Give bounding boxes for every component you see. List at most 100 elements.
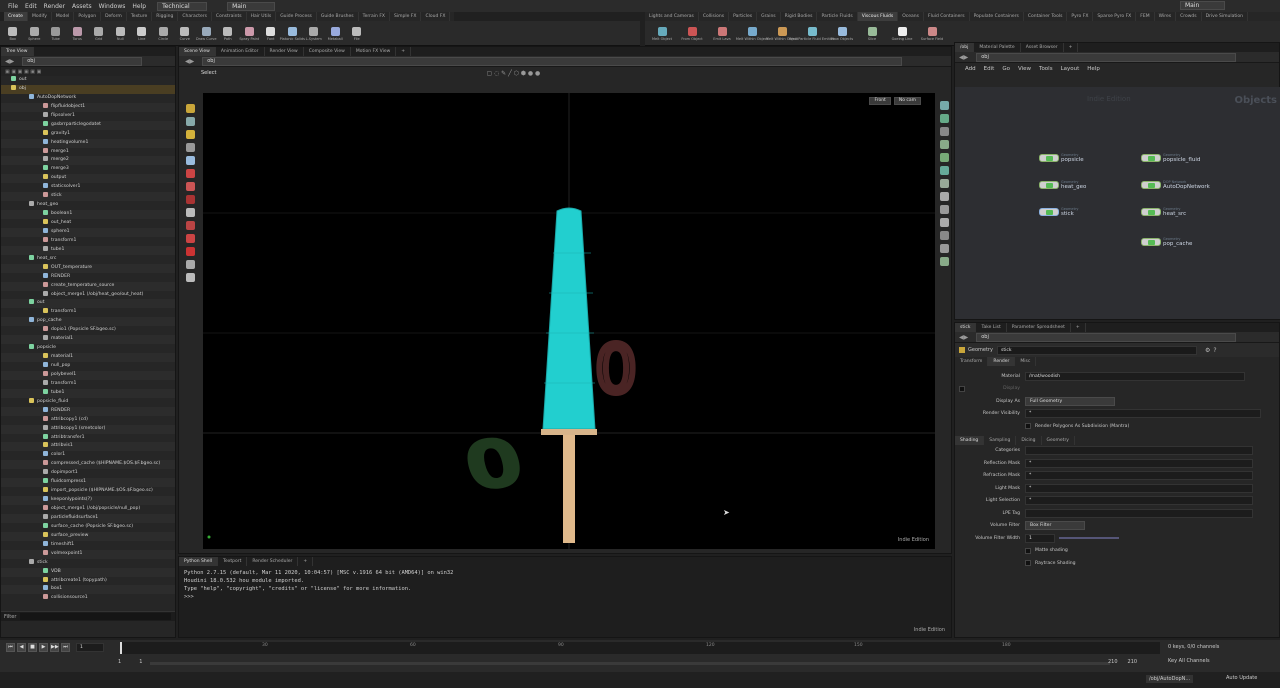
render-visibility-field[interactable]: * — [1025, 409, 1261, 419]
tree-item[interactable]: transform1 — [1, 236, 175, 246]
ghost-icon[interactable] — [939, 153, 949, 162]
tree-item[interactable]: object_merge1 (/obj/popsicle/null_pop) — [1, 505, 175, 514]
add-tab-icon[interactable]: + — [298, 557, 314, 566]
shelf-tool[interactable]: From Object — [677, 25, 707, 41]
volume-filter-width-slider[interactable] — [1059, 537, 1119, 540]
shelf-tab[interactable]: Model — [52, 12, 75, 21]
shelf-tab[interactable]: Pyro FX — [1067, 12, 1094, 21]
play-icon[interactable]: ▶ — [39, 643, 48, 652]
timeline-bar[interactable]: 30 60 90 120 150 180 — [120, 642, 1160, 654]
panel-tab[interactable]: /obj — [955, 43, 975, 52]
tree-item[interactable]: particlefluidsurface1 — [1, 513, 175, 523]
network-menu-item[interactable]: View — [1018, 66, 1031, 72]
node-body[interactable] — [1141, 208, 1161, 216]
range-slider[interactable] — [150, 662, 1110, 665]
wireframe-icon[interactable] — [939, 140, 949, 149]
menu-file[interactable]: File — [8, 3, 18, 10]
range-start-b[interactable]: 1 — [139, 659, 142, 665]
select-arrow-icon[interactable] — [185, 143, 195, 152]
cam-option-dropdown[interactable]: No cam — [893, 97, 921, 105]
network-node[interactable]: Geometry heat_geo — [1039, 180, 1086, 190]
xray-icon[interactable] — [939, 166, 949, 175]
filter-input[interactable] — [20, 613, 171, 620]
shelf-tool[interactable]: Tube — [45, 25, 67, 41]
grid-icon[interactable] — [939, 179, 949, 188]
scale-tool-icon[interactable] — [185, 169, 195, 178]
shelf-tab[interactable]: Texture — [127, 12, 153, 21]
tree-item[interactable]: out_heat — [1, 219, 175, 228]
shelf-tool[interactable]: Spray Paint — [239, 25, 261, 41]
lighting-icon[interactable] — [939, 114, 949, 123]
node-body[interactable] — [1039, 208, 1059, 216]
node-body[interactable] — [1141, 181, 1161, 189]
tree-item[interactable]: attribcopy1 (smetcolor) — [1, 424, 175, 434]
tree-item[interactable]: collisionsource1 — [1, 594, 175, 603]
node-name-field[interactable]: stick — [996, 345, 1197, 355]
range-end-a[interactable]: 210 — [1108, 659, 1118, 665]
tree-item[interactable]: null_pop — [1, 362, 175, 371]
key-all-button[interactable]: Key All Channels — [1168, 658, 1210, 664]
magnet-icon[interactable] — [185, 234, 195, 243]
tree-item[interactable]: dopio1 (Popsicle SF.bgeo.sc) — [1, 326, 175, 335]
rotate-tool-icon[interactable] — [185, 182, 195, 191]
shelf-tool[interactable]: Goeing Line — [887, 25, 917, 41]
panel-tab[interactable]: Composite View — [304, 47, 351, 56]
back-arrow-icon[interactable]: ◀▶ — [959, 54, 968, 61]
current-frame-field[interactable]: 1 — [76, 643, 104, 652]
tree-item[interactable]: gravity1 — [1, 129, 175, 139]
camera-icon[interactable] — [939, 244, 949, 253]
handle-tool-icon[interactable] — [185, 104, 195, 113]
network-node[interactable]: Geometry heat_src — [1141, 207, 1186, 217]
panel-tab[interactable]: Python Shell — [179, 557, 219, 566]
shelf-tab[interactable]: Polygon — [74, 12, 102, 21]
param-tab[interactable]: Transform — [955, 357, 989, 366]
tree-item[interactable]: attribcopy1 (cd) — [1, 415, 175, 425]
shelf-tab[interactable]: Lights and Cameras — [645, 12, 699, 21]
shelf-tool[interactable]: Melt Within Object — [736, 25, 768, 41]
camera-dropdown[interactable]: Front — [869, 97, 891, 105]
tree-item[interactable]: timeshift1 — [1, 540, 175, 550]
shelf-tab[interactable]: Volume — [450, 12, 454, 21]
param-sub-tab[interactable]: Dicing — [1016, 435, 1042, 445]
jump-start-icon[interactable]: ⏮ — [6, 643, 15, 652]
viewport-path-field[interactable]: obj — [202, 56, 903, 66]
tree-item[interactable]: keeponlypoints(?) — [1, 496, 175, 505]
shelf-tab[interactable]: Create — [4, 12, 28, 21]
tree-item[interactable]: output — [1, 174, 175, 184]
tree-item[interactable]: stick — [1, 558, 175, 568]
display-as-dropdown[interactable]: Full Geometry — [1025, 396, 1115, 406]
tree-item[interactable]: material1 — [1, 353, 175, 362]
shelf-tool[interactable]: Path — [217, 25, 239, 41]
tree-item[interactable]: heat_src — [1, 254, 175, 264]
tree-item[interactable]: flipsolver1 — [1, 111, 175, 121]
menu-windows[interactable]: Windows — [99, 3, 126, 10]
tree-item[interactable]: VDB — [1, 567, 175, 577]
network-node[interactable]: Geometry popsicle — [1039, 153, 1084, 163]
tree-item[interactable]: gasbrrparticlegodatet — [1, 120, 175, 130]
tree-item[interactable]: OUT_temperature — [1, 263, 175, 273]
tree-item[interactable]: out — [1, 299, 175, 309]
param-field[interactable] — [1025, 508, 1253, 518]
shelf-tab[interactable]: Oceans — [898, 12, 925, 21]
param-field[interactable]: * — [1025, 496, 1253, 506]
param-sub-tab[interactable]: Sampling — [984, 435, 1017, 445]
tree-item[interactable]: tube1 — [1, 388, 175, 398]
tree-item[interactable]: flipfluidobject1 — [1, 102, 175, 112]
tree-item[interactable]: merge2 — [1, 156, 175, 166]
tree-item[interactable]: heat_geo — [1, 201, 175, 210]
playhead[interactable] — [120, 642, 122, 654]
volume-filter-width-field[interactable]: 1 — [1025, 533, 1055, 543]
shelf-tool[interactable]: Box — [2, 25, 24, 41]
tree-item[interactable]: fluidcompress1 — [1, 478, 175, 488]
network-node[interactable]: Geometry stick — [1039, 207, 1078, 217]
tree-item[interactable]: RENDER — [1, 272, 175, 282]
back-arrow-icon[interactable]: ◀▶ — [185, 58, 194, 65]
shelf-tab[interactable]: Hair Utils — [247, 12, 277, 21]
tree-item[interactable]: heatingvolume1 — [1, 138, 175, 148]
tree-item[interactable]: obj — [1, 84, 175, 94]
status-path[interactable]: /obj/AutoDopN... — [1146, 675, 1194, 683]
shelf-tab[interactable]: Deform — [101, 12, 127, 21]
display-options-icon[interactable] — [939, 101, 949, 110]
shelf-tab[interactable]: Viscous Fluids — [857, 12, 899, 21]
shelf-tool[interactable]: Curve — [174, 25, 196, 41]
